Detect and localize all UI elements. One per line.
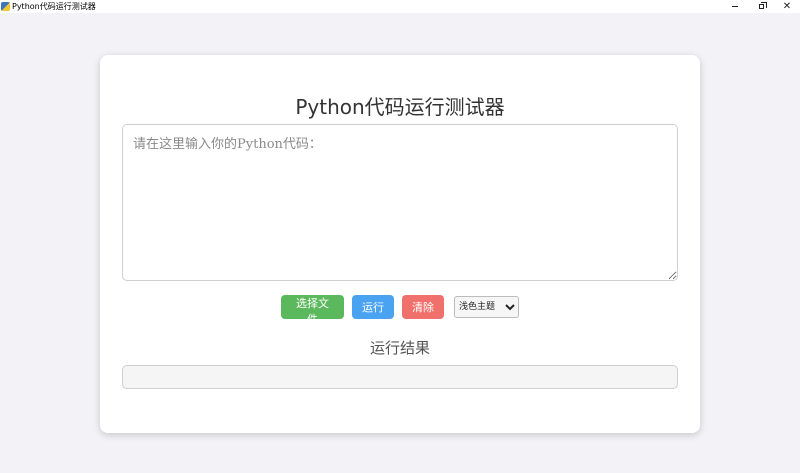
restore-button[interactable]	[748, 0, 774, 13]
choose-file-button[interactable]: 选择文件	[281, 295, 344, 326]
run-button[interactable]: 运行	[352, 295, 394, 319]
restore-icon	[758, 2, 767, 9]
toolbar: 选择文件 运行 清除 浅色主题	[100, 295, 700, 326]
code-input[interactable]	[122, 124, 678, 281]
window-controls: ✕	[722, 0, 800, 13]
window-title: Python代码运行测试器	[12, 2, 96, 11]
page-title: Python代码运行测试器	[295, 95, 505, 119]
minimize-button[interactable]	[722, 0, 748, 13]
result-output	[122, 365, 678, 389]
python-icon	[1, 2, 10, 11]
main-card: Python代码运行测试器 选择文件 运行 清除 浅色主题 运行结果	[100, 55, 700, 433]
theme-select[interactable]: 浅色主题	[454, 296, 519, 318]
result-title: 运行结果	[369, 339, 430, 357]
window-titlebar: Python代码运行测试器 ✕	[0, 0, 800, 13]
clear-button[interactable]: 清除	[402, 295, 444, 319]
close-icon: ✕	[782, 1, 792, 12]
close-button[interactable]: ✕	[774, 0, 800, 13]
